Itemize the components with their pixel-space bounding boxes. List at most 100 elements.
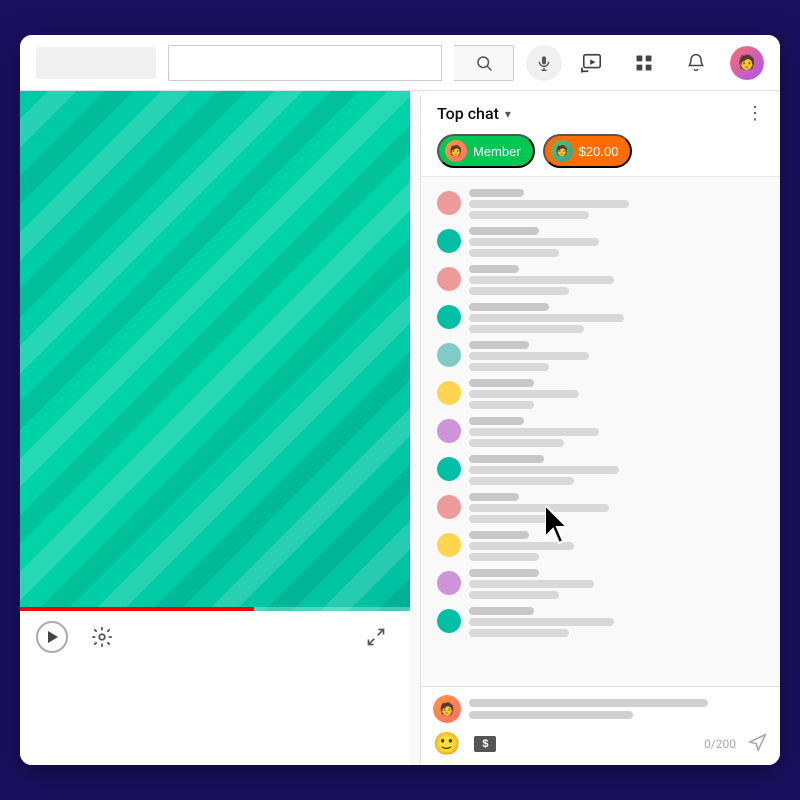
fullscreen-icon xyxy=(366,627,386,647)
chat-message-4 xyxy=(425,337,776,375)
video-controls xyxy=(20,611,410,663)
more-icon: ⋮ xyxy=(746,103,764,123)
chat-message-1 xyxy=(425,223,776,261)
chat-messages[interactable] xyxy=(421,177,780,686)
chat-input-row: 🧑 xyxy=(433,695,768,723)
send-icon xyxy=(748,732,768,752)
chat-message-11 xyxy=(425,603,776,641)
avatar: 🧑 xyxy=(730,46,764,80)
apps-button[interactable] xyxy=(626,45,662,81)
chat-input-line-1 xyxy=(469,699,708,707)
msg-avatar-10 xyxy=(437,571,461,595)
superchat-badge-button[interactable]: 🧑 $20.00 xyxy=(543,134,633,168)
msg-avatar-3 xyxy=(437,305,461,329)
msg-text2-11 xyxy=(469,629,569,637)
search-icon xyxy=(475,54,493,72)
msg-text1-10 xyxy=(469,580,594,588)
msg-content-9 xyxy=(469,531,764,561)
msg-text1-4 xyxy=(469,352,589,360)
msg-text2-3 xyxy=(469,325,584,333)
msg-avatar-1 xyxy=(437,229,461,253)
chat-header: Top chat ▾ ⋮ 🧑 Member 🧑 $20.00 xyxy=(421,91,780,177)
mic-button[interactable] xyxy=(526,45,562,81)
msg-avatar-6 xyxy=(437,419,461,443)
char-count: 0/200 xyxy=(704,737,736,751)
msg-name-9 xyxy=(469,531,529,539)
msg-text2-4 xyxy=(469,363,549,371)
msg-avatar-5 xyxy=(437,381,461,405)
mic-icon xyxy=(536,53,552,73)
content-area: Top chat ▾ ⋮ 🧑 Member 🧑 $20.00 xyxy=(20,91,780,765)
search-button[interactable] xyxy=(454,45,514,81)
chat-message-7 xyxy=(425,451,776,489)
chat-badges: 🧑 Member 🧑 $20.00 xyxy=(437,134,764,168)
msg-name-1 xyxy=(469,227,539,235)
settings-button[interactable] xyxy=(84,619,120,655)
superchat-badge-avatar: 🧑 xyxy=(551,140,573,162)
notifications-button[interactable] xyxy=(678,45,714,81)
msg-name-8 xyxy=(469,493,519,501)
msg-name-7 xyxy=(469,455,544,463)
superchat-button[interactable] xyxy=(472,734,498,754)
msg-content-6 xyxy=(469,417,764,447)
msg-content-3 xyxy=(469,303,764,333)
fullscreen-button[interactable] xyxy=(358,619,394,655)
chat-more-button[interactable]: ⋮ xyxy=(746,103,764,124)
msg-name-4 xyxy=(469,341,529,349)
create-button[interactable] xyxy=(574,45,610,81)
msg-content-2 xyxy=(469,265,764,295)
yt-logo xyxy=(36,47,156,79)
chat-title[interactable]: Top chat ▾ xyxy=(437,104,511,123)
msg-text2-1 xyxy=(469,249,559,257)
chat-title-text: Top chat xyxy=(437,104,499,123)
video-player[interactable] xyxy=(20,91,410,611)
superchat-badge-label: $20.00 xyxy=(579,144,619,159)
top-bar-right: 🧑 xyxy=(574,45,764,81)
chat-message-3 xyxy=(425,299,776,337)
msg-avatar-4 xyxy=(437,343,461,367)
msg-content-11 xyxy=(469,607,764,637)
msg-text1-1 xyxy=(469,238,599,246)
browser-window: 🧑 xyxy=(20,35,780,765)
apps-icon xyxy=(634,53,654,73)
msg-text1-5 xyxy=(469,390,579,398)
chat-message-8 xyxy=(425,489,776,527)
msg-text1-8 xyxy=(469,504,609,512)
msg-content-8 xyxy=(469,493,764,523)
emoji-button[interactable]: 🙂 xyxy=(433,731,460,757)
bell-icon xyxy=(686,52,706,74)
msg-content-4 xyxy=(469,341,764,371)
msg-name-11 xyxy=(469,607,534,615)
msg-content-10 xyxy=(469,569,764,599)
member-badge-button[interactable]: 🧑 Member xyxy=(437,134,535,168)
progress-bar xyxy=(20,607,410,611)
msg-text2-9 xyxy=(469,553,539,561)
video-section xyxy=(20,91,410,765)
msg-name-2 xyxy=(469,265,519,273)
msg-text1-6 xyxy=(469,428,599,436)
member-badge-label: Member xyxy=(473,144,521,159)
msg-avatar-11 xyxy=(437,609,461,633)
msg-text1-9 xyxy=(469,542,574,550)
chat-footer: 🧑 🙂 0/200 xyxy=(421,686,780,765)
msg-text2-7 xyxy=(469,477,574,485)
user-avatar-button[interactable]: 🧑 xyxy=(730,46,764,80)
search-input[interactable] xyxy=(168,45,442,81)
create-icon xyxy=(581,52,603,74)
msg-avatar-2 xyxy=(437,267,461,291)
msg-text1-3 xyxy=(469,314,624,322)
msg-name-0 xyxy=(469,189,524,197)
video-background xyxy=(20,91,410,611)
chat-message-2 xyxy=(425,261,776,299)
member-badge-avatar: 🧑 xyxy=(445,140,467,162)
msg-text2-5 xyxy=(469,401,534,409)
msg-text2-6 xyxy=(469,439,564,447)
msg-name-10 xyxy=(469,569,539,577)
send-button[interactable] xyxy=(748,732,768,757)
msg-text2-0 xyxy=(469,211,589,219)
play-button[interactable] xyxy=(36,621,68,653)
msg-content-5 xyxy=(469,379,764,409)
msg-text1-0 xyxy=(469,200,629,208)
msg-text1-7 xyxy=(469,466,619,474)
play-icon xyxy=(48,631,58,643)
